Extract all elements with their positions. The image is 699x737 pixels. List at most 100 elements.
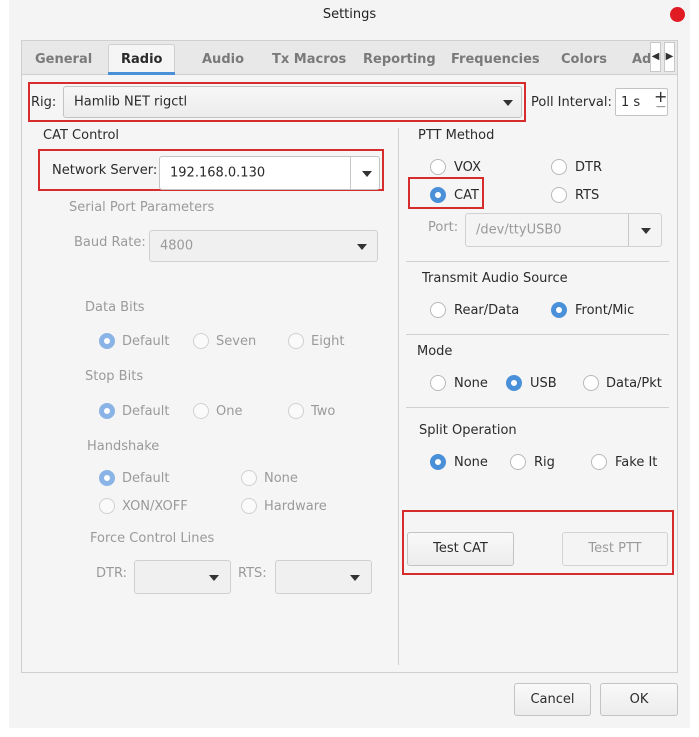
baud-rate-select[interactable]: 4800 — [149, 230, 378, 262]
tab-frequencies[interactable]: Frequencies — [451, 52, 540, 67]
poll-interval-value: 1 s — [621, 95, 641, 110]
network-server-label: Network Server: — [52, 163, 158, 178]
chevron-down-icon — [503, 100, 513, 106]
ptt-cat-label: CAT — [454, 188, 479, 203]
separator — [406, 407, 669, 408]
rig-select-value: Hamlib NET rigctl — [74, 94, 188, 110]
handshake-hardware-radio[interactable] — [241, 498, 257, 514]
tab-scroll-right-icon[interactable]: ▶ — [664, 42, 675, 72]
stop-bits-default-label: Default — [122, 404, 170, 419]
ptt-rts-radio[interactable] — [551, 187, 567, 203]
ptt-cat-radio[interactable] — [430, 187, 446, 203]
rig-label: Rig: — [31, 95, 57, 110]
data-bits-default-label: Default — [122, 334, 170, 349]
poll-interval-label: Poll Interval: — [531, 95, 612, 110]
stop-bits-default-radio[interactable] — [99, 403, 115, 419]
tab-audio[interactable]: Audio — [202, 52, 244, 67]
rts-select[interactable] — [275, 560, 372, 594]
handshake-title: Handshake — [87, 439, 160, 454]
audio-rear-radio[interactable] — [430, 302, 446, 318]
port-select[interactable]: /dev/ttyUSB0 — [465, 213, 662, 247]
mode-datapkt-radio[interactable] — [583, 375, 599, 391]
handshake-default-radio[interactable] — [99, 470, 115, 486]
ptt-rts-label: RTS — [575, 188, 600, 203]
handshake-hardware-label: Hardware — [264, 499, 327, 514]
cat-control-title: CAT Control — [43, 128, 120, 143]
handshake-xonxoff-label: XON/XOFF — [122, 499, 188, 514]
port-label: Port: — [428, 220, 459, 235]
minus-icon[interactable]: − — [655, 99, 667, 115]
handshake-none-label: None — [264, 471, 298, 486]
tab-radio[interactable]: Radio — [121, 52, 162, 67]
audio-source-title: Transmit Audio Source — [422, 271, 568, 286]
chevron-down-icon — [641, 228, 651, 234]
data-bits-seven-label: Seven — [216, 334, 257, 349]
poll-interval-spinbox[interactable]: 1 s + − — [615, 87, 668, 116]
tab-scroll-left-icon[interactable]: ◀ — [650, 42, 661, 72]
chevron-down-icon — [209, 575, 219, 581]
chevron-down-icon — [362, 171, 372, 177]
serial-port-title: Serial Port Parameters — [69, 200, 215, 215]
tab-general[interactable]: General — [35, 52, 92, 67]
audio-front-label: Front/Mic — [575, 303, 635, 318]
ptt-vox-radio[interactable] — [430, 159, 446, 175]
mode-none-label: None — [454, 376, 488, 391]
handshake-none-radio[interactable] — [241, 470, 257, 486]
split-fakeit-label: Fake It — [615, 455, 658, 470]
rts-label: RTS: — [238, 566, 267, 581]
mode-title: Mode — [417, 344, 453, 359]
mode-usb-radio[interactable] — [506, 375, 522, 391]
split-rig-radio[interactable] — [510, 454, 526, 470]
audio-front-radio[interactable] — [551, 302, 567, 318]
stop-bits-one-label: One — [216, 404, 243, 419]
baud-rate-label: Baud Rate: — [74, 235, 146, 250]
force-control-title: Force Control Lines — [90, 531, 215, 546]
dtr-select[interactable] — [134, 560, 231, 594]
window-title: Settings — [322, 7, 377, 22]
column-divider — [398, 128, 399, 665]
tab-tx-macros[interactable]: Tx Macros — [272, 52, 346, 67]
dtr-label: DTR: — [96, 566, 127, 581]
tab-colors[interactable]: Colors — [561, 52, 607, 67]
rig-select[interactable]: Hamlib NET rigctl — [63, 86, 522, 118]
network-server-input[interactable]: 192.168.0.130 — [159, 156, 380, 190]
stop-bits-two-radio[interactable] — [288, 403, 304, 419]
ptt-dtr-label: DTR — [575, 160, 602, 175]
data-bits-seven-radio[interactable] — [193, 333, 209, 349]
ok-button[interactable]: OK — [600, 683, 678, 716]
data-bits-eight-radio[interactable] — [288, 333, 304, 349]
mode-datapkt-label: Data/Pkt — [606, 376, 662, 391]
data-bits-title: Data Bits — [85, 300, 145, 315]
stop-bits-title: Stop Bits — [85, 369, 144, 384]
test-ptt-button[interactable]: Test PTT — [562, 532, 668, 566]
mode-none-radio[interactable] — [430, 375, 446, 391]
tab-active-indicator — [108, 72, 175, 75]
combo-separator — [350, 157, 351, 189]
tab-advanced[interactable]: Ad — [632, 52, 651, 67]
port-value: /dev/ttyUSB0 — [476, 222, 562, 238]
chevron-down-icon — [350, 575, 360, 581]
tab-reporting[interactable]: Reporting — [363, 52, 436, 67]
stop-bits-one-radio[interactable] — [193, 403, 209, 419]
split-none-radio[interactable] — [430, 454, 446, 470]
separator — [406, 334, 669, 335]
cancel-button[interactable]: Cancel — [514, 683, 591, 716]
close-icon[interactable] — [670, 7, 685, 22]
baud-rate-value: 4800 — [160, 238, 194, 254]
mode-usb-label: USB — [530, 376, 557, 391]
test-cat-button[interactable]: Test CAT — [407, 532, 514, 566]
data-bits-eight-label: Eight — [311, 334, 345, 349]
network-server-value: 192.168.0.130 — [170, 165, 266, 181]
ptt-vox-label: VOX — [454, 160, 481, 175]
handshake-xonxoff-radio[interactable] — [99, 498, 115, 514]
split-none-label: None — [454, 455, 488, 470]
data-bits-default-radio[interactable] — [99, 333, 115, 349]
split-fakeit-radio[interactable] — [591, 454, 607, 470]
ptt-method-title: PTT Method — [418, 128, 495, 143]
stop-bits-two-label: Two — [311, 404, 336, 419]
separator — [406, 261, 669, 262]
ptt-dtr-radio[interactable] — [551, 159, 567, 175]
handshake-default-label: Default — [122, 471, 170, 486]
chevron-down-icon — [357, 244, 367, 250]
audio-rear-label: Rear/Data — [454, 303, 520, 318]
